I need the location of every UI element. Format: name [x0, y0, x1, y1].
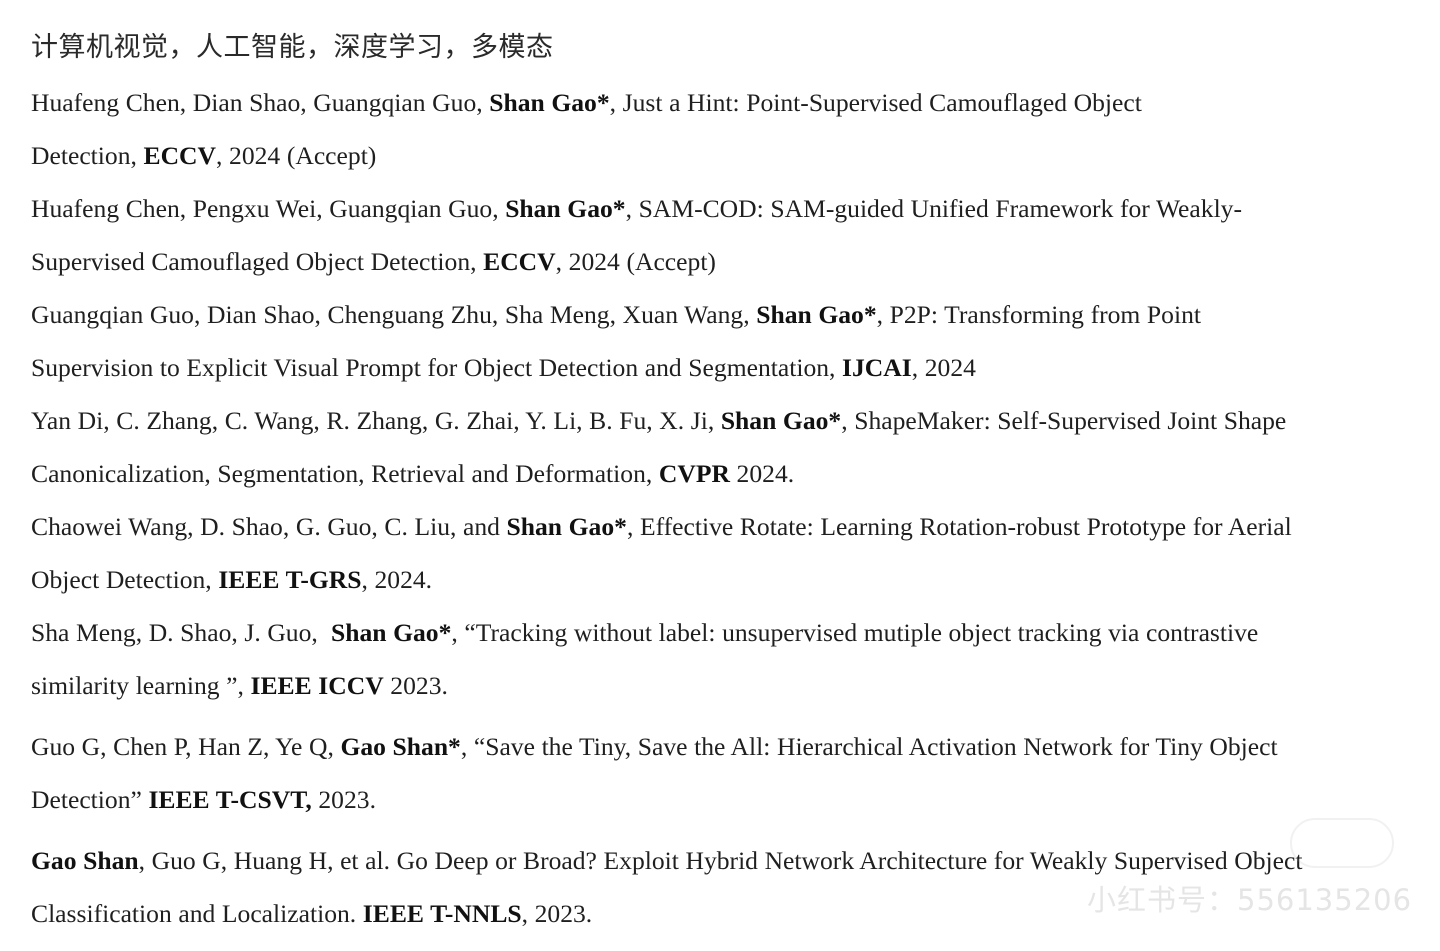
publication-4-line-2: Canonicalization, Segmentation, Retrieva…: [31, 456, 794, 492]
highlight-author: Gao Shan: [31, 846, 139, 875]
publication-1-line-1: Huafeng Chen, Dian Shao, Guangqian Guo, …: [31, 85, 1142, 121]
title-text: Supervision to Explicit Visual Prompt fo…: [31, 353, 843, 382]
publication-7-line-2: Detection” IEEE T-CSVT, 2023.: [31, 782, 376, 818]
highlight-author: Shan Gao*: [331, 618, 452, 647]
title-text: Canonicalization, Segmentation, Retrieva…: [31, 459, 659, 488]
publication-list-page: 计算机视觉，人工智能，深度学习，多模态 Huafeng Chen, Dian S…: [0, 0, 1440, 951]
highlight-author: Shan Gao*: [489, 88, 610, 117]
publication-6-line-1: Sha Meng, D. Shao, J. Guo, Shan Gao*, “T…: [31, 615, 1258, 651]
venue: IEEE T-NNLS: [362, 899, 522, 928]
title-text: , Just a Hint: Point-Supervised Camoufla…: [609, 88, 1142, 117]
highlight-author: Shan Gao*: [720, 406, 842, 435]
venue: IJCAI: [842, 353, 912, 382]
title-text: , “Save the Tiny, Save the All: Hierarch…: [460, 732, 1278, 761]
title-text: Classification and Localization.: [31, 899, 363, 928]
year-text: , 2023.: [521, 899, 593, 928]
watermark-text: 小红书号：556135206: [1087, 883, 1413, 917]
title-text: , “Tracking without label: unsupervised …: [451, 618, 1259, 647]
year-text: , 2024.: [361, 565, 433, 594]
highlight-author: Shan Gao*: [506, 512, 627, 541]
title-text: , ShapeMaker: Self-Supervised Joint Shap…: [841, 406, 1287, 435]
publication-5-line-2: Object Detection, IEEE T-GRS, 2024.: [31, 562, 432, 598]
title-text: similarity learning ”,: [31, 671, 251, 700]
publication-8-line-2: Classification and Localization. IEEE T-…: [31, 896, 592, 932]
publication-3-line-1: Guangqian Guo, Dian Shao, Chenguang Zhu,…: [31, 297, 1201, 333]
year-text: 2023.: [383, 671, 448, 700]
watermark-logo-icon: [1290, 818, 1394, 868]
year-text: , 2024: [911, 353, 976, 382]
venue: CVPR: [658, 459, 730, 488]
title-text: , Effective Rotate: Learning Rotation-ro…: [626, 512, 1292, 541]
year-text: , 2024 (Accept): [216, 141, 377, 170]
highlight-author: Gao Shan*: [340, 732, 461, 761]
authors-text: Huafeng Chen, Pengxu Wei, Guangqian Guo,: [31, 194, 506, 223]
title-text: Object Detection,: [31, 565, 219, 594]
publication-6-line-2: similarity learning ”, IEEE ICCV 2023.: [31, 668, 448, 704]
publication-8-line-1: Gao Shan, Guo G, Huang H, et al. Go Deep…: [31, 843, 1302, 879]
publication-2-line-2: Supervised Camouflaged Object Detection,…: [31, 244, 716, 280]
title-text: , P2P: Transforming from Point: [876, 300, 1201, 329]
title-text: Detection”: [31, 785, 149, 814]
authors-text: Guo G, Chen P, Han Z, Ye Q,: [31, 732, 341, 761]
year-text: 2023.: [311, 785, 376, 814]
publication-4-line-1: Yan Di, C. Zhang, C. Wang, R. Zhang, G. …: [31, 403, 1286, 439]
title-text: , SAM-COD: SAM-guided Unified Framework …: [625, 194, 1242, 223]
section-heading: 计算机视觉，人工智能，深度学习，多模态: [31, 32, 554, 63]
title-text: , Guo G, Huang H, et al. Go Deep or Broa…: [138, 846, 1303, 875]
venue: IEEE ICCV: [250, 671, 384, 700]
publication-2-line-1: Huafeng Chen, Pengxu Wei, Guangqian Guo,…: [31, 191, 1242, 227]
year-text: 2024.: [729, 459, 795, 488]
highlight-author: Shan Gao*: [505, 194, 626, 223]
venue: IEEE T-CSVT,: [148, 785, 312, 814]
venue: IEEE T-GRS: [218, 565, 362, 594]
publication-5-line-1: Chaowei Wang, D. Shao, G. Guo, C. Liu, a…: [31, 509, 1292, 545]
authors-text: Yan Di, C. Zhang, C. Wang, R. Zhang, G. …: [31, 406, 721, 435]
authors-text: Chaowei Wang, D. Shao, G. Guo, C. Liu, a…: [31, 512, 507, 541]
authors-text: Sha Meng, D. Shao, J. Guo,: [31, 618, 331, 647]
publication-7-line-1: Guo G, Chen P, Han Z, Ye Q, Gao Shan*, “…: [31, 729, 1278, 765]
venue: ECCV: [483, 247, 556, 276]
publication-3-line-2: Supervision to Explicit Visual Prompt fo…: [31, 350, 976, 386]
title-text: Supervised Camouflaged Object Detection,: [31, 247, 484, 276]
venue: ECCV: [143, 141, 217, 170]
authors-text: Huafeng Chen, Dian Shao, Guangqian Guo,: [31, 88, 490, 117]
year-text: , 2024 (Accept): [555, 247, 716, 276]
publication-1-line-2: Detection, ECCV, 2024 (Accept): [31, 138, 376, 174]
authors-text: Guangqian Guo, Dian Shao, Chenguang Zhu,…: [31, 300, 757, 329]
title-text: Detection,: [31, 141, 144, 170]
highlight-author: Shan Gao*: [756, 300, 877, 329]
